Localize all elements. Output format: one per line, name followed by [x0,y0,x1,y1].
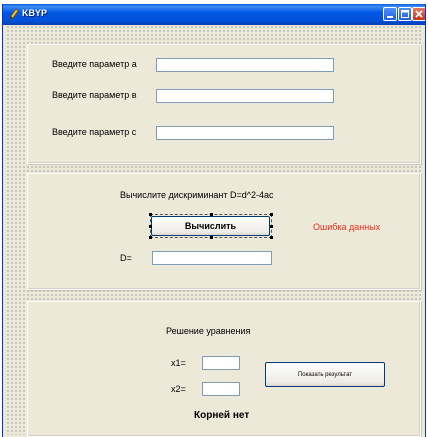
design-selection-frame [150,214,272,238]
param-c-input[interactable] [156,126,334,140]
window-title: KBYP [22,8,48,18]
params-panel: Введите параметр а Введите параметр в Вв… [27,44,421,164]
show-result-button-label: Показать результат [297,371,353,378]
app-window: KBYP Введите параметр а Введите параметр… [2,4,426,437]
x1-output-field[interactable] [202,356,240,370]
selection-handle[interactable] [149,225,152,228]
close-button[interactable] [412,7,425,21]
form-designer-surface: Введите параметр а Введите параметр в Вв… [6,25,422,437]
d-output-field[interactable] [152,251,272,265]
maximize-button[interactable] [398,7,412,21]
solution-heading: Решение уравнения [166,326,251,336]
maximize-icon [401,10,409,18]
param-b-label: Введите параметр в [52,90,137,100]
param-c-label: Введите параметр с [52,127,137,137]
param-b-input[interactable] [156,89,334,103]
x2-output-field[interactable] [202,382,240,396]
d-label: D= [120,253,132,263]
minimize-icon [387,16,393,18]
discriminant-panel: Вычислите дискриминант D=d^2-4ac Вычисли… [27,173,421,290]
error-label: Ошибка данных [313,222,381,232]
selection-handle[interactable] [149,213,152,216]
solution-panel: Решение уравнения x1= x2= Показать резул… [27,301,421,437]
x2-label: x2= [171,384,186,394]
selection-handle[interactable] [270,213,273,216]
title-bar[interactable]: KBYP [3,4,425,25]
selection-handle[interactable] [210,213,213,216]
selection-handle[interactable] [210,236,213,239]
pencil-app-icon [9,8,19,20]
selection-handle[interactable] [270,236,273,239]
show-result-button[interactable]: Показать результат [265,362,385,387]
param-a-label: Введите параметр а [52,59,137,69]
selection-handle[interactable] [149,236,152,239]
discriminant-heading: Вычислите дискриминант D=d^2-4ac [120,190,274,200]
x1-label: x1= [171,358,186,368]
no-roots-label: Корней нет [194,410,250,421]
close-icon [415,10,423,18]
param-a-input[interactable] [156,58,334,72]
selection-handle[interactable] [270,225,273,228]
minimize-button[interactable] [383,7,397,21]
